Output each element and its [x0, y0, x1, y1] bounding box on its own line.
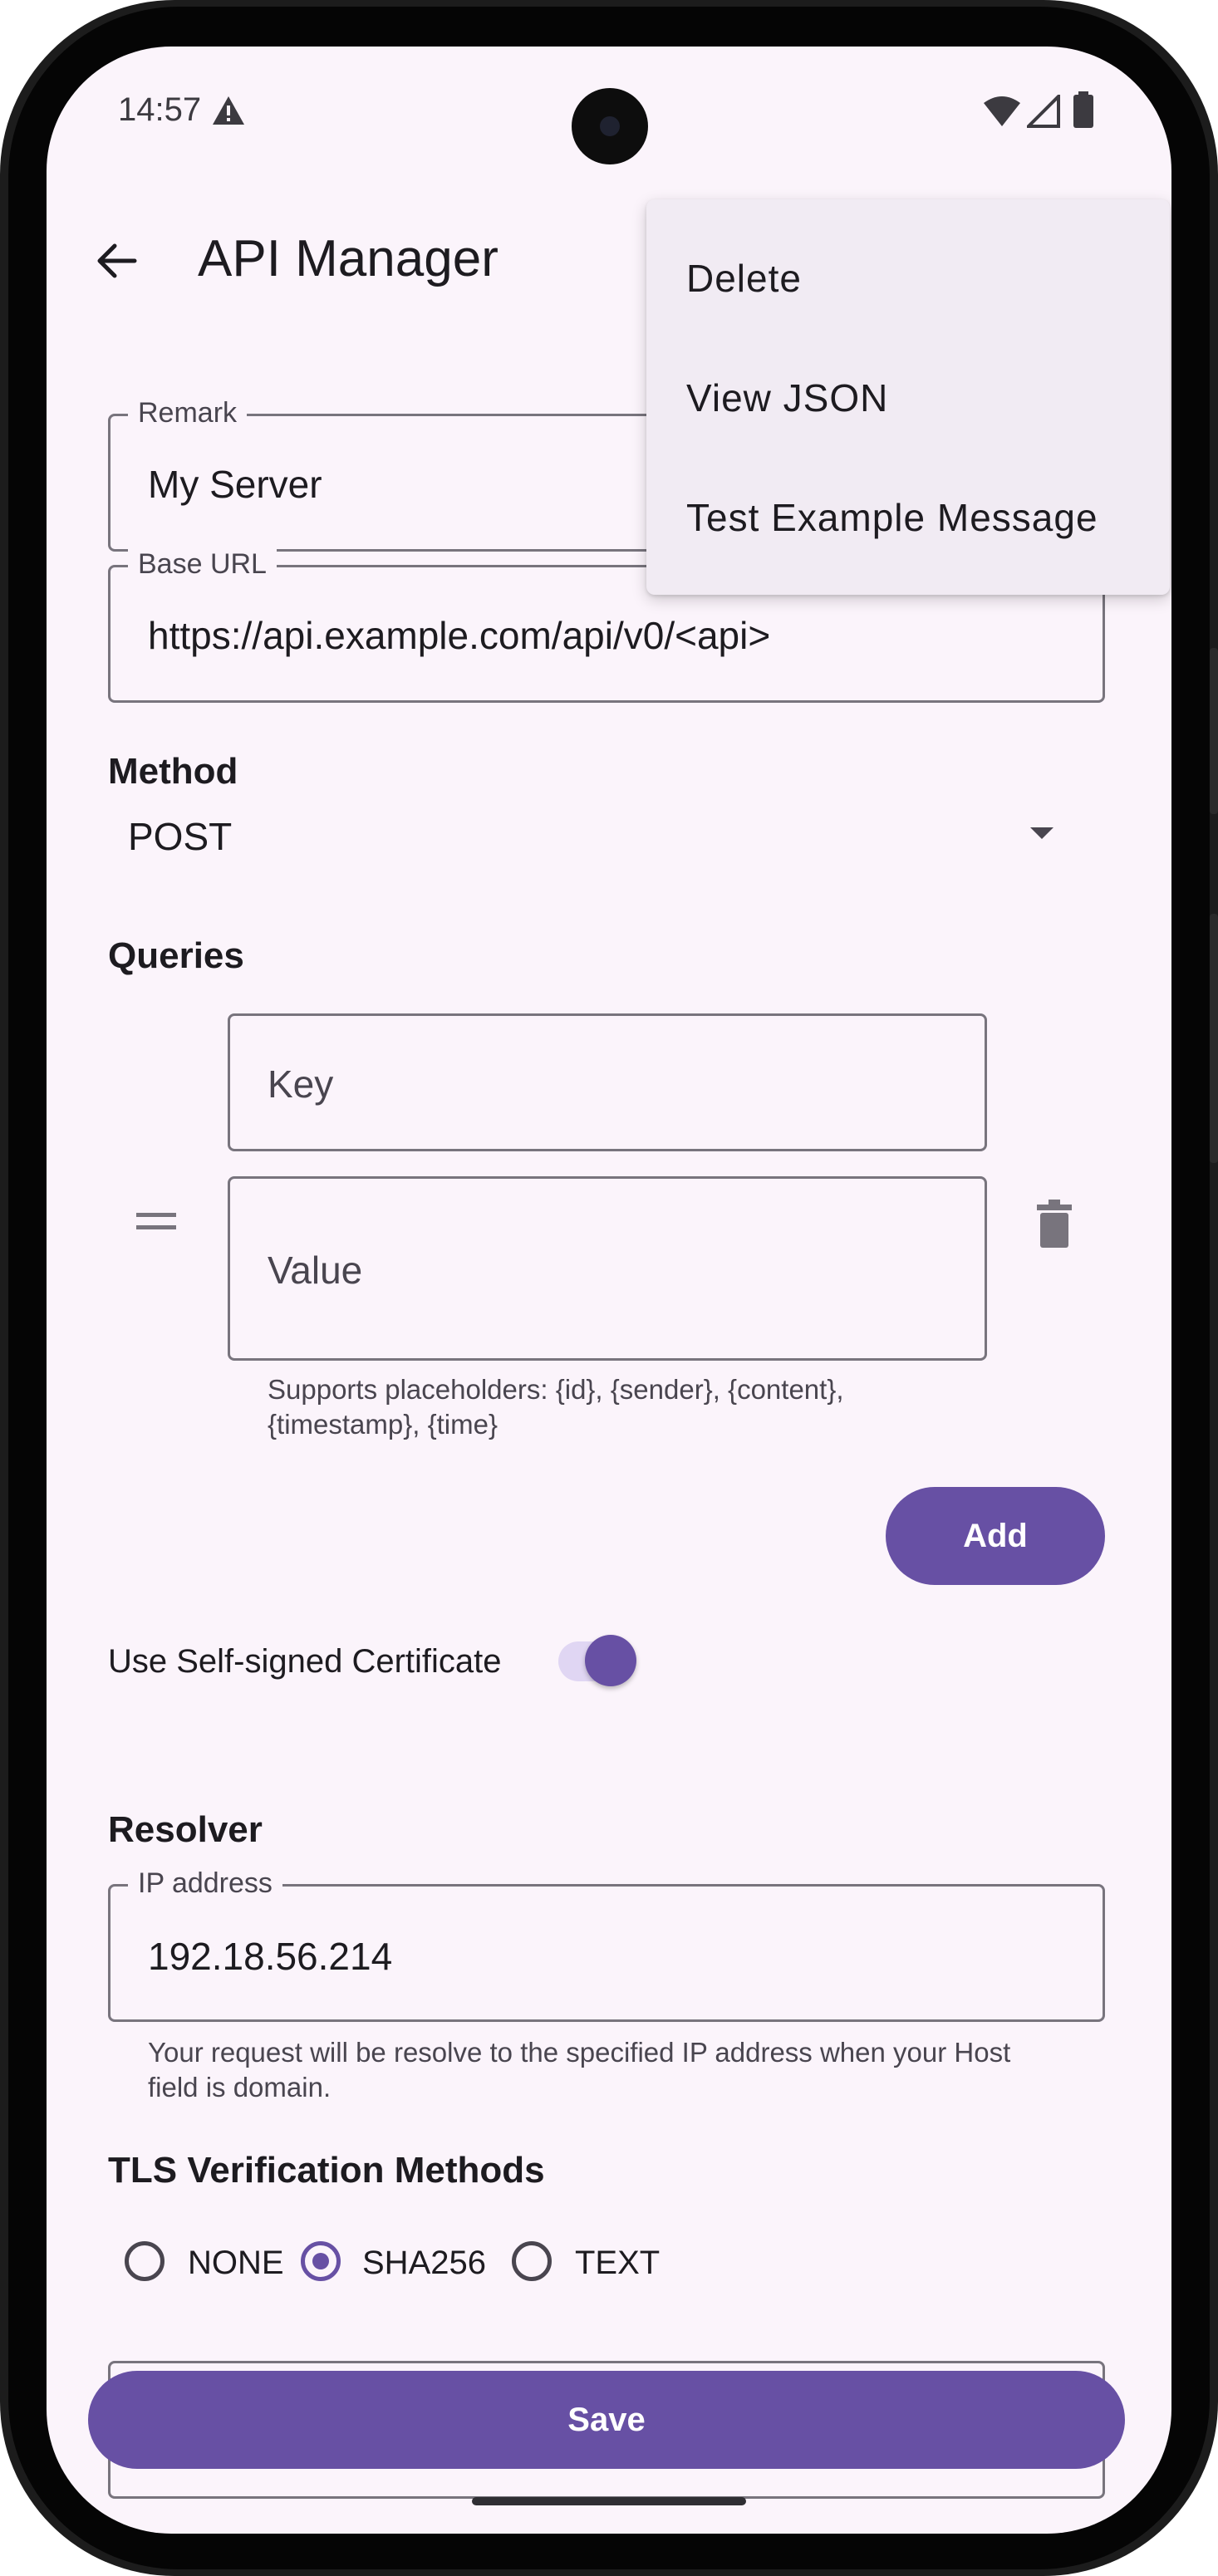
delete-icon[interactable] — [1035, 1200, 1073, 1248]
self-signed-toggle[interactable] — [558, 1635, 636, 1686]
wifi-icon — [984, 96, 1020, 126]
remark-label: Remark — [128, 397, 248, 429]
ip-address-label: IP address — [128, 1867, 282, 1900]
query-key-placeholder: Key — [268, 1062, 334, 1106]
radio-none-label: NONE — [188, 2245, 284, 2281]
queries-title: Queries — [108, 935, 244, 976]
remark-value: My Server — [148, 463, 322, 506]
signal-icon — [1027, 95, 1060, 128]
radio-text[interactable] — [512, 2241, 552, 2281]
tls-title: TLS Verification Methods — [108, 2150, 545, 2191]
queries-helper-text: Supports placeholders: {id}, {sender}, {… — [268, 1374, 844, 1440]
power-button — [1210, 648, 1218, 814]
query-key-input[interactable] — [228, 1013, 987, 1151]
base-url-label: Base URL — [128, 548, 277, 581]
overflow-menu: Delete View JSON Test Example Message — [646, 199, 1170, 595]
resolver-title: Resolver — [108, 1809, 263, 1850]
resolver-helper-text: Your request will be resolve to the spec… — [148, 2037, 1011, 2103]
home-gesture-bar[interactable] — [472, 2497, 746, 2505]
menu-item-test-example-message[interactable]: Test Example Message — [686, 495, 1098, 540]
toggle-thumb — [585, 1635, 636, 1686]
warning-icon — [213, 96, 244, 125]
radio-text-label: TEXT — [575, 2245, 661, 2281]
back-arrow-icon[interactable] — [93, 238, 140, 284]
radio-none[interactable] — [125, 2241, 165, 2281]
menu-item-delete[interactable]: Delete — [686, 256, 802, 301]
radio-sha256-label: SHA256 — [362, 2245, 486, 2281]
status-time: 14:57 — [118, 91, 202, 128]
base-url-value: https://api.example.com/api/v0/<api> — [148, 614, 771, 657]
query-value-placeholder: Value — [268, 1249, 363, 1292]
menu-item-view-json[interactable]: View JSON — [686, 375, 888, 420]
screen: 14:57 API Manager Remark My Server Base … — [47, 47, 1171, 2534]
save-button[interactable]: Save — [88, 2371, 1125, 2469]
method-value: POST — [128, 815, 233, 858]
page-title: API Manager — [198, 230, 498, 287]
method-dropdown[interactable] — [108, 794, 1105, 877]
volume-button — [1210, 914, 1218, 1163]
battery-icon — [1073, 91, 1093, 128]
front-camera — [572, 88, 648, 164]
add-query-button[interactable]: Add — [886, 1487, 1105, 1585]
radio-sha256[interactable] — [301, 2241, 341, 2281]
self-signed-label: Use Self-signed Certificate — [108, 1643, 502, 1680]
ip-address-value: 192.18.56.214 — [148, 1935, 393, 1978]
method-title: Method — [108, 751, 238, 792]
drag-handle-icon[interactable] — [135, 1211, 178, 1233]
radio-sha256-dot — [312, 2253, 329, 2269]
dropdown-arrow-icon — [1030, 827, 1053, 839]
